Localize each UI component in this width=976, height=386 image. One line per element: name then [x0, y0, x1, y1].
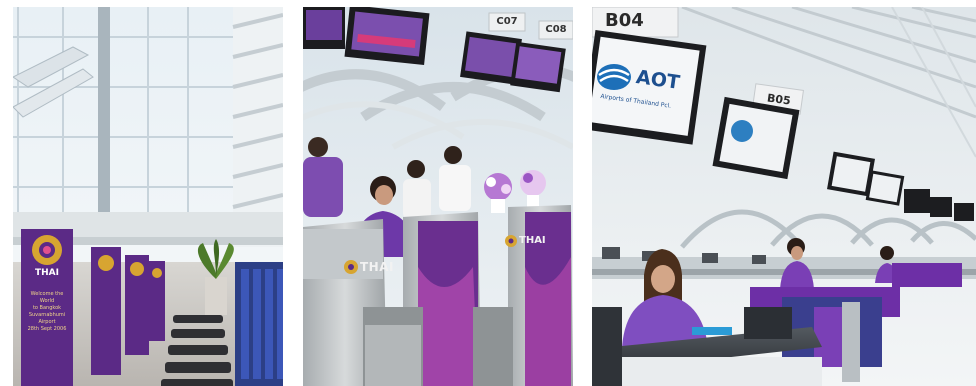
banner-logo-text: THAI: [35, 268, 59, 278]
check-in-counters: [303, 205, 573, 386]
photo-row-b-check-in: B04 B05 AOT Airports of Thailand Pcl.: [592, 7, 976, 386]
counter-code-c08: C08: [545, 24, 567, 35]
aot-logo-icon: [597, 64, 631, 90]
counter-code-c07: C07: [496, 16, 518, 27]
banner-message-line: to Bangkok: [32, 305, 62, 311]
banner-message-line: Suvarnabhumi Airport: [28, 312, 66, 325]
banner-message-line: 28th Sept 2006: [27, 326, 67, 332]
counter-logo-text: THAI: [360, 260, 394, 274]
row-b-check-in-scene: [592, 7, 976, 386]
photo-thai-check-in: C07 C08 THAI THAI: [303, 7, 573, 386]
counter-logo-text: THAI: [519, 235, 546, 246]
counter-code-b04: B04: [605, 10, 644, 31]
blue-chairs: [235, 262, 283, 386]
banner-message-line: Welcome the World: [30, 291, 64, 304]
thai-check-in-scene: [303, 7, 573, 386]
banner-message: Welcome the World to Bangkok Suvarnabhum…: [23, 291, 71, 333]
photo-collage: THAI Welcome the World to Bangkok Suvarn…: [0, 0, 976, 386]
photo-departure-hall: THAI Welcome the World to Bangkok Suvarn…: [13, 7, 283, 386]
